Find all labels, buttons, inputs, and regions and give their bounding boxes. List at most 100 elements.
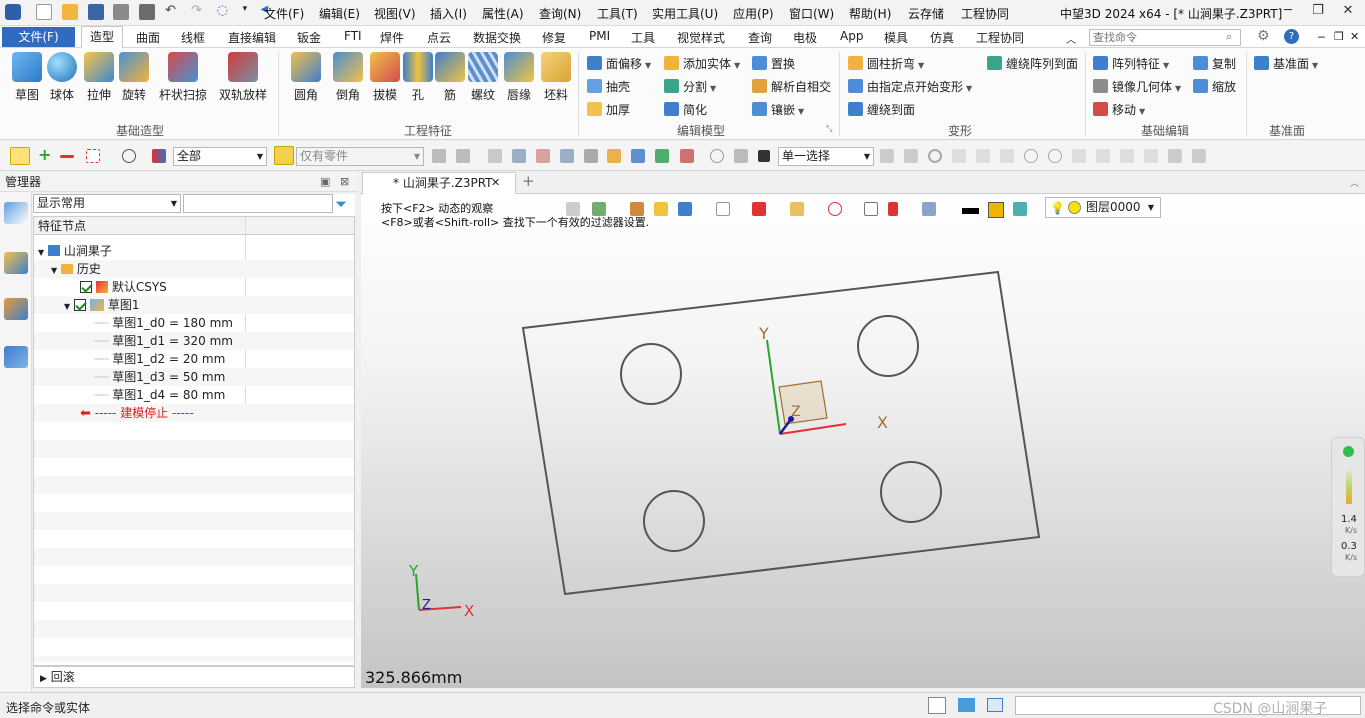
tab-data-exchange[interactable]: 数据交换 <box>473 29 521 46</box>
panel-close-icon[interactable]: ⊠ <box>340 172 349 192</box>
fillet-button[interactable]: 圆角 <box>286 52 326 103</box>
manager-search-input[interactable] <box>183 194 333 213</box>
menu-utilities[interactable]: 实用工具(U) <box>652 5 718 22</box>
tab-pmi[interactable]: PMI <box>589 29 610 43</box>
user-manager-icon[interactable] <box>4 346 28 368</box>
minimize-button[interactable]: ─ <box>1273 3 1303 23</box>
document-tab[interactable]: * 山涧果子.Z3PRT ✕ <box>362 172 516 194</box>
move-button[interactable]: 移动 ▼ <box>1093 101 1145 118</box>
tab-wireframe[interactable]: 线框 <box>181 29 205 46</box>
close-button[interactable]: ✕ <box>1333 3 1363 23</box>
status-icon-c[interactable] <box>987 698 1003 712</box>
snap-icon-9[interactable] <box>1072 149 1086 163</box>
print-icon[interactable] <box>113 4 130 20</box>
snap-icon-6[interactable] <box>1000 149 1014 163</box>
add-icon[interactable]: + <box>38 147 52 163</box>
tree-node-history[interactable]: ▼ 历史 <box>34 260 354 278</box>
tab-menu-icon[interactable]: ︿ <box>1350 176 1359 189</box>
tree-node-dim[interactable]: ┈┈ 草图1_d4 = 80 mm <box>34 386 354 404</box>
tree-node-root[interactable]: ▼ 山涧果子 <box>34 242 354 260</box>
app-logo-icon[interactable] <box>5 4 21 20</box>
toolbar-icon-i[interactable] <box>631 149 645 163</box>
toolbar-icon-m[interactable] <box>734 149 748 163</box>
toolbar-icon-k[interactable] <box>680 149 694 163</box>
qa-dropdown-icon[interactable]: ▾ <box>243 4 251 20</box>
self-intersect-button[interactable]: 解析自相交 <box>752 78 831 95</box>
toolbar-icon-a[interactable] <box>432 149 446 163</box>
add-solid-button[interactable]: 添加实体 ▼ <box>664 55 740 72</box>
menu-apps[interactable]: 应用(P) <box>733 5 774 22</box>
csys-triad[interactable]: Y X Z <box>758 324 888 435</box>
sketch-hole-1[interactable] <box>620 343 682 405</box>
tab-mold[interactable]: 模具 <box>884 29 908 46</box>
regen-icon[interactable]: ◌ <box>217 4 233 20</box>
wrap-pattern-button[interactable]: 缠绕阵列到面 <box>987 55 1078 72</box>
split-button[interactable]: 分割 ▼ <box>664 78 716 95</box>
menu-help[interactable]: 帮助(H) <box>849 5 891 22</box>
status-icon-a[interactable] <box>928 697 946 714</box>
tree-node-csys[interactable]: 默认CSYS <box>34 278 354 296</box>
tab-surface[interactable]: 曲面 <box>136 29 160 46</box>
restore-button[interactable]: ❐ <box>1303 3 1333 23</box>
menu-edit[interactable]: 编辑(E) <box>319 5 360 22</box>
snap-icon-14[interactable] <box>1192 149 1206 163</box>
redo-icon[interactable]: ↷ <box>191 4 207 20</box>
rollback-bar[interactable]: ▶ 回滚 <box>33 666 355 688</box>
wrap-to-face-button[interactable]: 缠绕到面 <box>848 101 915 118</box>
tab-query[interactable]: 查询 <box>748 29 772 46</box>
pattern-feature-button[interactable]: 阵列特征 ▼ <box>1093 55 1169 72</box>
snap-icon-7[interactable] <box>1024 149 1038 163</box>
cylinder-bend-button[interactable]: 圆柱折弯 ▼ <box>848 55 924 72</box>
doc-close-button[interactable]: ✕ <box>1350 30 1359 43</box>
new-file-icon[interactable] <box>36 4 52 20</box>
tree-node-dim[interactable]: ┈┈ 草图1_d3 = 50 mm <box>34 368 354 386</box>
sketch-hole-2[interactable] <box>857 315 919 377</box>
tree-node-dim[interactable]: ┈┈ 草图1_d2 = 20 mm <box>34 350 354 368</box>
toolbar-icon-n[interactable] <box>758 150 770 162</box>
menu-collab[interactable]: 工程协同 <box>961 5 1009 22</box>
remove-icon[interactable] <box>60 155 74 158</box>
dual-rail-loft-button[interactable]: 双轨放样 <box>216 52 270 103</box>
rod-sweep-button[interactable]: 杆状扫掠 <box>158 52 208 103</box>
sketch-hole-4[interactable] <box>880 461 942 523</box>
snap-icon-11[interactable] <box>1120 149 1134 163</box>
menu-insert[interactable]: 插入(I) <box>430 5 467 22</box>
doc-minimize-button[interactable]: ─ <box>1318 31 1325 44</box>
menu-window[interactable]: 窗口(W) <box>789 5 834 22</box>
simplify-button[interactable]: 简化 <box>664 101 707 118</box>
snap-icon-5[interactable] <box>976 149 990 163</box>
tab-tools[interactable]: 工具 <box>631 29 655 46</box>
inlay-button[interactable]: 镶嵌 ▼ <box>752 101 804 118</box>
snap-icon-2[interactable] <box>904 149 918 163</box>
status-icon-b[interactable] <box>958 698 975 712</box>
visibility-checkbox[interactable] <box>73 299 86 311</box>
search-icon[interactable]: ⌕ <box>1226 30 1232 44</box>
menu-file[interactable]: 文件(F) <box>264 5 304 22</box>
toolbar-icon-c[interactable] <box>488 149 502 163</box>
tab-modeling[interactable]: 造型 <box>81 26 123 48</box>
help-icon[interactable]: ? <box>1284 29 1299 44</box>
menu-query[interactable]: 查询(N) <box>539 5 581 22</box>
funnel-filter-icon[interactable]: ⏷ <box>335 195 347 213</box>
sphere-button[interactable]: 球体 <box>42 52 82 103</box>
doc-restore-button[interactable]: ❐ <box>1334 30 1344 43</box>
filter-icon[interactable] <box>152 149 166 163</box>
deform-from-point-button[interactable]: 由指定点开始变形 ▼ <box>848 78 972 95</box>
toolbar-icon-d[interactable] <box>512 149 526 163</box>
visibility-checkbox[interactable] <box>80 281 92 293</box>
box-select-icon[interactable] <box>86 149 100 163</box>
filter-type-select[interactable]: 全部 ▼ <box>173 147 267 166</box>
command-search-input[interactable]: 查找命令 <box>1089 29 1241 46</box>
open-folder-icon[interactable] <box>61 4 78 20</box>
new-tab-icon[interactable]: + <box>522 172 535 190</box>
tree-node-dim[interactable]: ┈┈ 草图1_d1 = 320 mm <box>34 332 354 350</box>
display-mode-select[interactable]: 显示常用 ▼ <box>33 194 181 213</box>
sketch-button[interactable]: 草图 <box>7 52 47 103</box>
view-manager-icon[interactable] <box>4 298 28 320</box>
tab-weldment[interactable]: 焊件 <box>380 29 404 46</box>
save-icon[interactable] <box>87 4 104 20</box>
lip-button[interactable]: 唇缘 <box>499 52 539 103</box>
snap-icon-3[interactable] <box>928 149 942 163</box>
lasso-select-icon[interactable] <box>122 149 136 163</box>
chamfer-button[interactable]: 倒角 <box>328 52 368 103</box>
